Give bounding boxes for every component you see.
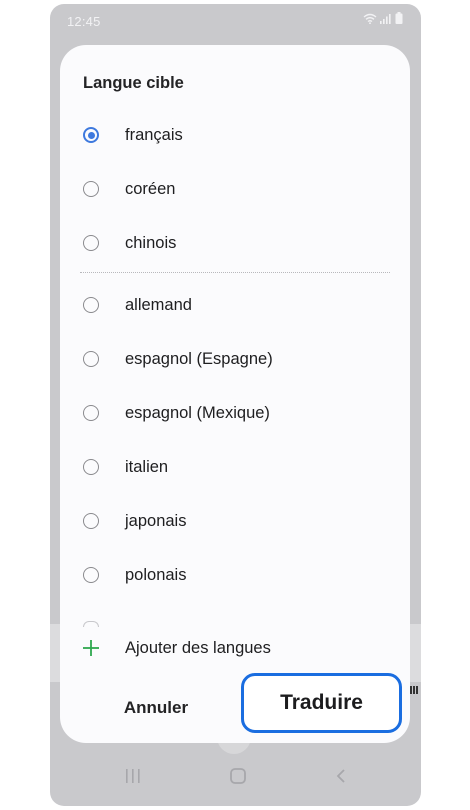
status-time: 12:45 bbox=[67, 14, 101, 29]
language-option-japonais[interactable]: japonais bbox=[60, 496, 410, 546]
radio-button[interactable] bbox=[83, 513, 99, 529]
language-label: italien bbox=[125, 457, 169, 476]
radio-button[interactable] bbox=[83, 459, 99, 475]
radio-button[interactable] bbox=[83, 351, 99, 367]
language-option-coreen[interactable]: coréen bbox=[60, 164, 410, 214]
wifi-icon bbox=[363, 13, 377, 24]
language-option-polonais[interactable]: polonais bbox=[60, 550, 410, 600]
radio-button[interactable] bbox=[83, 181, 99, 197]
status-bar: 12:45 bbox=[50, 4, 421, 36]
section-divider bbox=[80, 272, 390, 273]
status-icons bbox=[363, 12, 403, 24]
radio-button[interactable] bbox=[83, 297, 99, 313]
language-option-italien[interactable]: italien bbox=[60, 442, 410, 492]
language-label: espagnol (Mexique) bbox=[125, 403, 270, 422]
radio-button[interactable] bbox=[83, 405, 99, 421]
add-languages-button[interactable]: Ajouter des langues bbox=[60, 625, 410, 671]
language-label: allemand bbox=[125, 295, 192, 314]
language-option-francais[interactable]: français bbox=[60, 110, 410, 160]
home-icon[interactable] bbox=[229, 767, 247, 785]
plus-icon bbox=[83, 640, 99, 656]
language-label: chinois bbox=[125, 233, 177, 252]
language-option-allemand[interactable]: allemand bbox=[60, 280, 410, 330]
radio-button-selected[interactable] bbox=[83, 127, 99, 143]
back-icon[interactable] bbox=[334, 768, 348, 784]
recent-apps-icon[interactable] bbox=[124, 768, 142, 784]
signal-icon bbox=[380, 13, 391, 24]
language-option-espagnol-mexique[interactable]: espagnol (Mexique) bbox=[60, 388, 410, 438]
radio-button[interactable] bbox=[83, 567, 99, 583]
dialog-title: Langue cible bbox=[83, 74, 184, 92]
navigation-bar bbox=[50, 746, 421, 806]
language-option-chinois[interactable]: chinois bbox=[60, 218, 410, 268]
add-languages-label: Ajouter des langues bbox=[125, 638, 271, 657]
language-option-espagnol-espagne[interactable]: espagnol (Espagne) bbox=[60, 334, 410, 384]
target-language-dialog: Langue cible français coréen chinois all… bbox=[60, 45, 410, 743]
language-label: espagnol (Espagne) bbox=[125, 349, 273, 368]
language-label: polonais bbox=[125, 565, 187, 584]
language-label: japonais bbox=[125, 511, 187, 530]
language-label: français bbox=[125, 125, 183, 144]
battery-icon bbox=[395, 12, 403, 24]
radio-button[interactable] bbox=[83, 235, 99, 251]
cancel-button[interactable]: Annuler bbox=[96, 693, 216, 723]
scroll-indicator bbox=[410, 686, 420, 696]
translate-button[interactable]: Traduire bbox=[241, 673, 402, 733]
language-label: coréen bbox=[125, 179, 176, 198]
